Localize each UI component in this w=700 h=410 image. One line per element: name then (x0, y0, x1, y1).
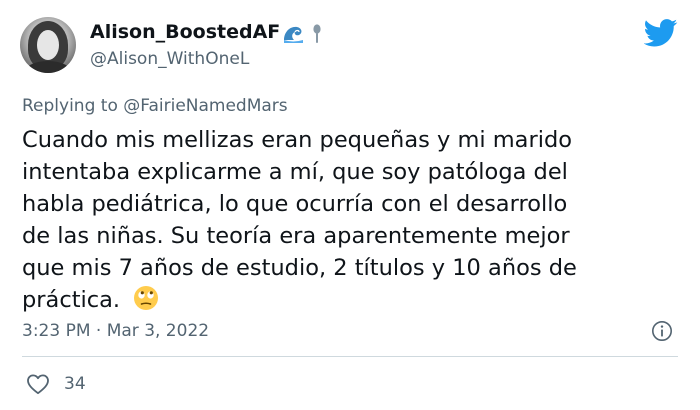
reply-prefix: Replying to (22, 96, 118, 116)
reply-context: Replying to @FairieNamedMars (22, 95, 288, 117)
tweet-line: de las niñas. Su teoría era aparentement… (22, 223, 570, 249)
info-icon[interactable] (651, 320, 673, 342)
face-with-rolling-eyes-icon (134, 286, 159, 310)
heart-icon[interactable] (26, 373, 50, 395)
like-count: 34 (64, 374, 86, 394)
tweet-timestamp[interactable]: 3:23 PM · Mar 3, 2022 (22, 320, 209, 342)
divider (22, 356, 678, 357)
avatar[interactable] (20, 17, 76, 73)
name-emojis (282, 24, 322, 44)
reply-target-link[interactable]: @FairieNamedMars (123, 96, 287, 116)
tweet-text: Cuando mis mellizas eran pequeñas y mi m… (22, 124, 690, 316)
tweet-card: Alison_BoostedAF @Alison_WithOneL Replyi… (0, 0, 700, 410)
display-name[interactable]: Alison_BoostedAF (90, 20, 280, 44)
tweet-line: intentaba explicarme a mí, que soy patól… (22, 159, 568, 185)
wave-icon (284, 26, 303, 43)
tweet-line: habla pediátrica, lo que ocurría con el … (22, 191, 568, 217)
tweet-last-line-wrap: práctica. (22, 284, 690, 316)
avatar-face (37, 30, 59, 60)
user-handle[interactable]: @Alison_WithOneL (90, 48, 249, 70)
tweet-line: Cuando mis mellizas eran pequeñas y mi m… (22, 127, 573, 153)
avatar-shoulders (24, 61, 72, 73)
tweet-line: que mis 7 años de estudio, 2 títulos y 1… (22, 255, 577, 281)
twitter-bird-icon[interactable] (644, 19, 678, 47)
spoon-icon (313, 24, 321, 43)
tweet-line: práctica. (22, 287, 121, 313)
